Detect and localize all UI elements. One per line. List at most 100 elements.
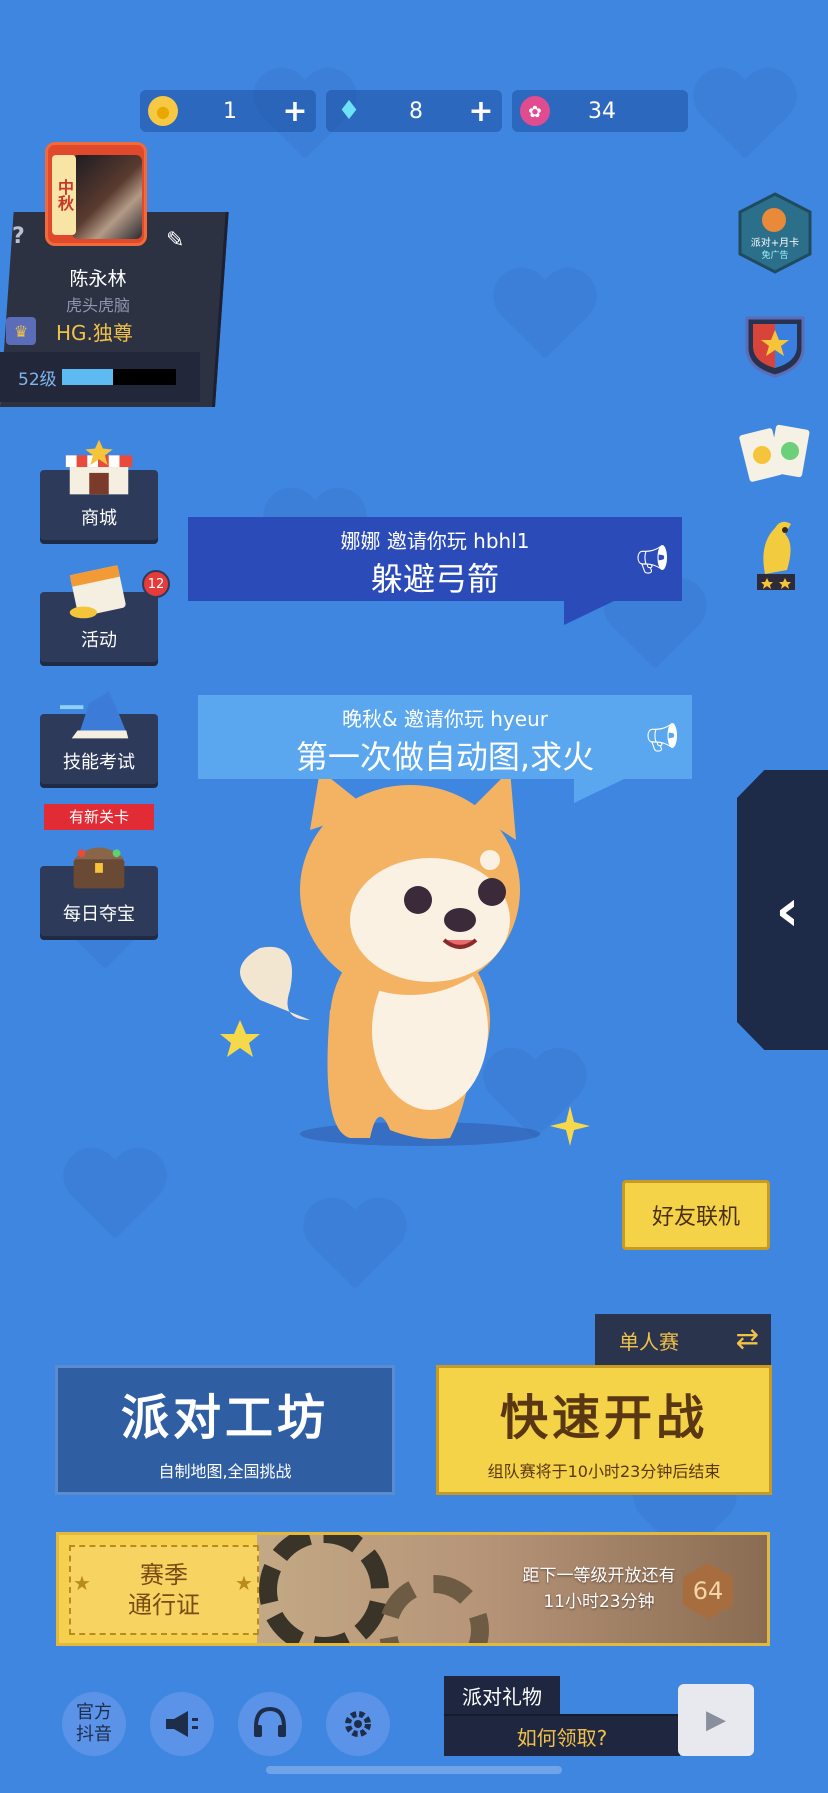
sparkle-icon xyxy=(550,1106,590,1146)
gear-decoration-icon xyxy=(379,1575,489,1643)
invite-map-name: 第一次做自动图,求火 xyxy=(295,738,595,776)
currency-bar: ● 1 + ♦ 8 + ✿ 34 + xyxy=(140,90,688,132)
daily-treasure-button[interactable]: 每日夺宝 xyxy=(40,847,158,936)
announcement-button[interactable] xyxy=(150,1692,214,1756)
shiba-character[interactable] xyxy=(220,770,560,1150)
shop-label: 商城 xyxy=(81,508,117,529)
chevron-left-icon: ‹ xyxy=(775,876,800,944)
gem-counter[interactable]: ♦ 8 + xyxy=(326,90,502,132)
flower-counter[interactable]: ✿ 34 + xyxy=(512,90,688,132)
pass-ticket-line2: 通行证 xyxy=(128,1591,200,1619)
level-row: 52级 xyxy=(0,352,200,402)
coin-counter[interactable]: ● 1 + xyxy=(140,90,316,132)
gear-decoration-icon xyxy=(259,1535,389,1643)
how-to-claim-link[interactable]: 如何领取? xyxy=(444,1714,680,1756)
mode-selector[interactable]: 单人赛 ⇄ xyxy=(595,1314,771,1366)
quick-start-button[interactable]: 快速开战 组队赛将于10小时23分钟后结束 xyxy=(436,1365,772,1495)
avatar-image xyxy=(72,155,142,239)
sneaker-icon xyxy=(60,684,138,742)
party-workshop-button[interactable]: 派对工坊 自制地图,全国挑战 xyxy=(55,1365,395,1495)
party-card-icon: 派对+月卡 免广告 xyxy=(738,192,812,274)
season-pass-banner[interactable]: 赛季 通行证 ★ ★ 距下一等级开放还有 11小时23分钟 64 xyxy=(56,1532,770,1646)
mode-label: 单人赛 xyxy=(619,1329,679,1354)
shop-icon xyxy=(60,439,138,498)
diamond-icon: ♦ xyxy=(337,96,361,126)
video-gift-icon[interactable]: ▶ xyxy=(678,1684,754,1756)
lotus-icon: ✿ xyxy=(520,96,550,126)
crown-icon: ♛ xyxy=(6,317,36,345)
workshop-subtitle: 自制地图,全国挑战 xyxy=(158,1462,292,1481)
heart-pattern-icon xyxy=(300,1200,410,1300)
settings-button[interactable] xyxy=(326,1692,390,1756)
guild-row[interactable]: ♛ HG.独尊 xyxy=(6,314,196,348)
official-douyin-button[interactable]: 官方 抖音 xyxy=(62,1692,126,1756)
megaphone-icon: 📢︎ xyxy=(634,543,670,576)
add-coin-icon[interactable]: + xyxy=(282,94,308,129)
daily-treasure-label: 每日夺宝 xyxy=(63,904,135,925)
bubble-tail xyxy=(574,779,624,803)
invite-text: 娜娜 邀请你玩 hbhl1 xyxy=(340,529,530,553)
invite-bubble[interactable]: 晚秋& 邀请你玩 hyeur 第一次做自动图,求火 📢︎ xyxy=(198,695,692,803)
cards-icon xyxy=(739,424,810,482)
quick-start-subtitle: 组队赛将于10小时23分钟后结束 xyxy=(487,1462,721,1481)
avatar-frame-tag: 中秋 xyxy=(52,155,76,235)
pass-ticket-line1: 赛季 xyxy=(140,1561,188,1589)
skill-test-button[interactable]: 技能考试 xyxy=(40,691,158,784)
cards-button[interactable] xyxy=(734,412,816,494)
customer-service-button[interactable] xyxy=(238,1692,302,1756)
workshop-title: 派对工坊 xyxy=(120,1390,329,1446)
coin-icon: ● xyxy=(148,96,178,126)
star-icon: ★ xyxy=(73,1571,91,1595)
svg-text:派对+月卡: 派对+月卡 xyxy=(751,236,799,249)
xp-fill xyxy=(62,369,114,385)
events-label: 活动 xyxy=(81,630,117,651)
douyin-line1: 官方 xyxy=(76,1702,112,1723)
season-pass-ticket: 赛季 通行证 xyxy=(69,1545,259,1635)
add-gem-icon[interactable]: + xyxy=(468,94,494,129)
svg-text:免广告: 免广告 xyxy=(761,249,788,261)
home-indicator xyxy=(266,1766,562,1774)
calendar-icon xyxy=(60,562,138,620)
player-title: 虎头虎脑 xyxy=(65,296,130,315)
invite-map-name: 躲避弓箭 xyxy=(370,560,499,598)
shield-icon xyxy=(745,316,805,378)
clan-shield-button[interactable] xyxy=(734,304,816,386)
bubble-tail xyxy=(564,601,614,625)
douyin-line2: 抖音 xyxy=(76,1724,112,1745)
party-month-card-button[interactable]: 派对+月卡 免广告 xyxy=(734,192,816,274)
help-icon[interactable]: ? xyxy=(12,224,25,249)
player-name: 陈永林 xyxy=(69,268,127,290)
dinosaur-trophy-icon xyxy=(757,521,795,590)
events-button[interactable]: 活动 12 xyxy=(40,565,170,662)
gem-value: 8 xyxy=(409,98,423,124)
edit-pencil-icon[interactable]: ✎ xyxy=(166,228,184,253)
megaphone-icon: 📢︎ xyxy=(644,721,680,754)
level-label: 52级 xyxy=(18,369,57,390)
shop-button[interactable]: 商城 xyxy=(40,439,158,540)
heart-pattern-icon xyxy=(60,1150,170,1250)
side-panel-toggle[interactable]: ‹ xyxy=(737,770,828,1050)
swap-icon[interactable]: ⇄ xyxy=(736,1322,759,1355)
megaphone-icon xyxy=(166,1711,198,1737)
gear-icon xyxy=(345,1711,371,1737)
new-level-tag: 有新关卡 xyxy=(44,804,154,830)
events-badge: 12 xyxy=(142,570,170,598)
star-icon: ★ xyxy=(235,1571,253,1595)
gift-title: 派对礼物 xyxy=(444,1676,560,1714)
invite-text: 晚秋& 邀请你玩 hyeur xyxy=(341,707,549,731)
invite-bubble[interactable]: 娜娜 邀请你玩 hbhl1 躲避弓箭 📢︎ xyxy=(188,517,682,625)
trophy-button[interactable] xyxy=(734,514,816,596)
headset-icon xyxy=(254,1707,286,1737)
friends-online-button[interactable]: 好友联机 xyxy=(622,1180,770,1250)
xp-bar xyxy=(62,369,176,385)
quick-start-title: 快速开战 xyxy=(499,1390,708,1446)
coin-value: 1 xyxy=(223,98,237,124)
party-gift-panel[interactable]: 派对礼物 如何领取? xyxy=(444,1676,680,1756)
skill-test-label: 技能考试 xyxy=(63,752,135,773)
treasure-chest-icon xyxy=(60,836,138,894)
guild-name: HG.独尊 xyxy=(56,320,133,345)
heart-pattern-icon xyxy=(490,270,600,370)
avatar[interactable]: 中秋 xyxy=(45,142,147,246)
flower-value: 34 xyxy=(588,98,616,124)
heart-pattern-icon xyxy=(690,70,800,170)
